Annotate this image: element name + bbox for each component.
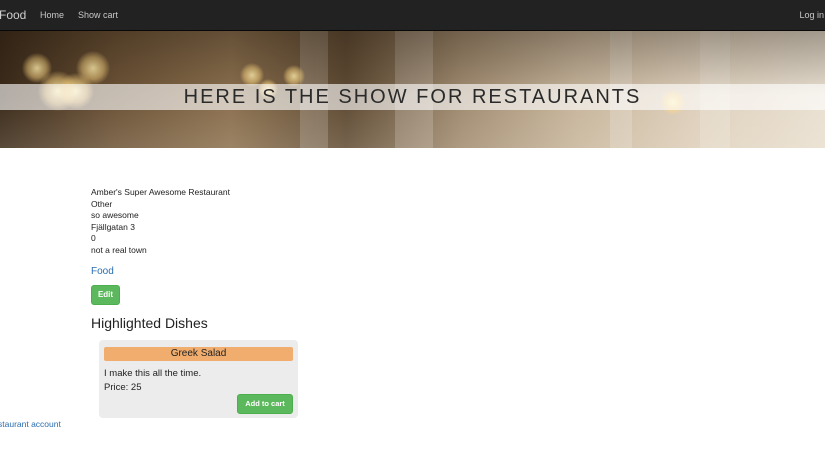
- dish-card: Greek Salad I make this all the time. Pr…: [99, 340, 298, 418]
- highlighted-dishes-title: Highlighted Dishes: [91, 315, 208, 331]
- restaurant-account-link[interactable]: staurant account: [0, 419, 61, 429]
- restaurant-zip: 0: [91, 233, 96, 243]
- restaurant-address: Fjällgatan 3: [91, 221, 135, 232]
- add-to-cart-button[interactable]: Add to cart: [237, 394, 293, 414]
- restaurant-info: Amber's Super Awesome Restaurant Other s…: [91, 187, 230, 256]
- hero-banner: HERE IS THE SHOW FOR RESTAURANTS: [0, 31, 825, 148]
- dish-name: Greek Salad: [104, 347, 293, 361]
- nav-login-link[interactable]: Log in: [799, 10, 824, 20]
- restaurant-description: so awesome: [91, 210, 139, 220]
- dish-description: I make this all the time.: [104, 368, 202, 379]
- dish-price: Price: 25: [104, 382, 142, 393]
- navbar-brand[interactable]: Food: [0, 8, 26, 22]
- food-link[interactable]: Food: [91, 266, 114, 277]
- navbar: Food Home Show cart Log in: [0, 0, 825, 31]
- nav-home-link[interactable]: Home: [40, 10, 64, 20]
- edit-button[interactable]: Edit: [91, 285, 120, 305]
- nav-show-cart-link[interactable]: Show cart: [78, 10, 118, 20]
- restaurant-name: Amber's Super Awesome Restaurant: [91, 187, 230, 197]
- restaurant-category: Other: [91, 198, 113, 209]
- hero-title: HERE IS THE SHOW FOR RESTAURANTS: [183, 86, 642, 108]
- restaurant-town: not a real town: [91, 244, 147, 255]
